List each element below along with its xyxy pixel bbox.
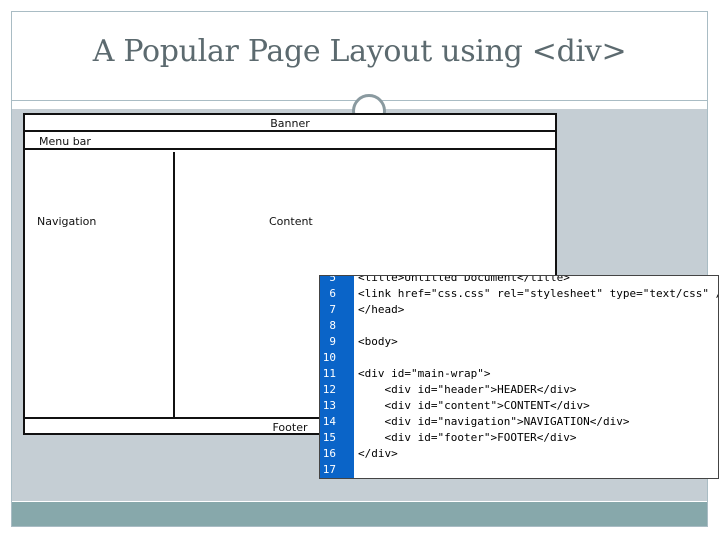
line-number: 5 xyxy=(329,275,336,284)
code-text: <div id="content">CONTENT</div> xyxy=(358,399,590,412)
line-number: 13 xyxy=(322,399,336,412)
line-number: 11 xyxy=(322,367,336,380)
code-text: <title>Untitled Document</title> xyxy=(358,275,570,284)
code-line: 5 <title>Untitled Document</title> xyxy=(320,275,718,286)
line-number: 8 xyxy=(329,319,336,332)
code-text: <div id="navigation">NAVIGATION</div> xyxy=(358,415,630,428)
line-number: 10 xyxy=(322,351,336,364)
slide-title: A Popular Page Layout using <div> xyxy=(92,34,627,69)
code-line: 16 </div> xyxy=(320,446,718,462)
code-text: <div id="main-wrap"> xyxy=(358,367,491,380)
code-text: <link href="css.css" rel="stylesheet" ty… xyxy=(358,287,719,300)
diagram-banner: Banner xyxy=(25,115,555,132)
title-area: A Popular Page Layout using <div> xyxy=(12,12,707,101)
line-number: 17 xyxy=(322,463,336,476)
code-text: <div id="footer">FOOTER</div> xyxy=(358,431,577,444)
code-line: 9 <body> xyxy=(320,334,718,350)
title-divider-left xyxy=(217,100,355,101)
code-line: 7 </head> xyxy=(320,302,718,318)
diagram-content-label: Content xyxy=(269,215,313,228)
title-divider-right xyxy=(397,100,537,101)
code-text: </head> xyxy=(358,303,405,316)
line-number: 6 xyxy=(329,287,336,300)
code-line: 17 xyxy=(320,462,718,478)
code-text: <body> xyxy=(358,335,398,348)
code-line: 11 <div id="main-wrap"> xyxy=(320,366,718,382)
code-line: 15 <div id="footer">FOOTER</div> xyxy=(320,430,718,446)
slide-bottom-bar xyxy=(12,502,707,526)
diagram-menu-bar: Menu bar xyxy=(25,134,555,150)
code-line: 6 <link href="css.css" rel="stylesheet" t… xyxy=(320,286,719,302)
code-text: </div> xyxy=(358,447,398,460)
code-line: 13 <div id="content">CONTENT</div> xyxy=(320,398,718,414)
code-line: 14 <div id="navigation">NAVIGATION</div> xyxy=(320,414,718,430)
code-line: 8 xyxy=(320,318,718,334)
code-line: 10 xyxy=(320,350,718,366)
line-number: 16 xyxy=(322,447,336,460)
line-number: 14 xyxy=(322,415,336,428)
code-editor: 5 <title>Untitled Document</title> 6 <link … xyxy=(319,275,719,479)
diagram-navigation-label: Navigation xyxy=(37,215,97,228)
line-number: 7 xyxy=(329,303,336,316)
code-line: 12 <div id="header">HEADER</div> xyxy=(320,382,718,398)
code-text: <div id="header">HEADER</div> xyxy=(358,383,577,396)
line-number: 9 xyxy=(329,335,336,348)
line-number: 12 xyxy=(322,383,336,396)
diagram-navigation: Navigation xyxy=(25,152,175,417)
line-number: 15 xyxy=(322,431,336,444)
